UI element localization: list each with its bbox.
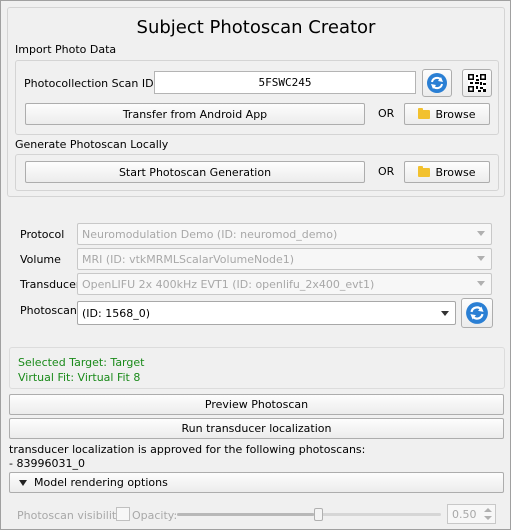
refresh-photoscan-button[interactable]	[461, 298, 493, 328]
model-rendering-label: Model rendering options	[34, 476, 168, 489]
folder-icon	[418, 165, 431, 177]
volume-label: Volume	[20, 253, 61, 266]
visibility-checkbox[interactable]	[116, 507, 130, 521]
protocol-label: Protocol	[20, 228, 65, 241]
generate-browse-label: Browse	[435, 165, 476, 179]
status-panel: Selected Target: Target Virtual Fit: Vir…	[9, 347, 505, 389]
import-group: Photocollection Scan ID: 5FSWC245 Transf…	[15, 60, 499, 135]
transfer-from-android-button[interactable]: Transfer from Android App	[25, 103, 365, 125]
opacity-slider[interactable]	[177, 507, 441, 523]
scan-id-label: Photocollection Scan ID:	[24, 77, 158, 90]
scan-id-value: 5FSWC245	[258, 76, 312, 89]
chevron-down-icon	[19, 479, 27, 486]
chevron-down-icon	[477, 231, 485, 236]
import-browse-button[interactable]: Browse	[404, 103, 490, 125]
qr-code-button[interactable]	[462, 69, 492, 97]
folder-icon	[418, 107, 431, 119]
refresh-icon	[466, 302, 488, 324]
import-browse-label: Browse	[435, 107, 476, 121]
transducer-select[interactable]: OpenLIFU 2x 400kHz EVT1 (ID: openlifu_2x…	[77, 273, 492, 295]
opacity-label: Opacity:	[132, 509, 178, 522]
refresh-icon	[427, 73, 447, 93]
approval-text-line2: - 83996031_0	[9, 457, 85, 470]
transducer-label: Transducer	[20, 278, 81, 291]
photoscan-visibility-label: Photoscan visibility:	[17, 509, 126, 522]
generate-or-label: OR	[378, 165, 395, 178]
run-transducer-localization-button[interactable]: Run transducer localization	[9, 418, 504, 439]
opacity-value: 0.50	[452, 507, 477, 521]
transducer-value: OpenLIFU 2x 400kHz EVT1 (ID: openlifu_2x…	[82, 277, 375, 291]
photoscan-creator-panel: Subject Photoscan Creator Import Photo D…	[7, 7, 505, 197]
main-window: Subject Photoscan Creator Import Photo D…	[0, 0, 511, 530]
generate-browse-button[interactable]: Browse	[404, 161, 490, 183]
chevron-down-icon	[477, 281, 485, 286]
generate-group-label: Generate Photoscan Locally	[15, 138, 169, 151]
qr-code-icon	[468, 74, 486, 92]
chevron-down-icon	[477, 256, 485, 261]
photoscan-label: Photoscan	[20, 304, 77, 317]
page-title: Subject Photoscan Creator	[136, 17, 376, 38]
opacity-spinbox[interactable]: 0.50	[447, 504, 496, 524]
approval-text-line1: transducer localization is approved for …	[9, 443, 366, 456]
preview-photoscan-button[interactable]: Preview Photoscan	[9, 394, 504, 415]
refresh-scan-button[interactable]	[422, 69, 452, 97]
import-or-label: OR	[378, 107, 395, 120]
spinbox-arrows-icon	[484, 508, 492, 520]
opacity-slider-handle[interactable]	[314, 508, 323, 521]
scan-id-field[interactable]: 5FSWC245	[154, 71, 416, 94]
volume-select[interactable]: MRI (ID: vtkMRMLScalarVolumeNode1)	[77, 248, 492, 270]
generate-group: Start Photoscan Generation OR Browse	[15, 154, 499, 191]
import-group-label: Import Photo Data	[15, 43, 117, 56]
protocol-select[interactable]: Neuromodulation Demo (ID: neuromod_demo)	[77, 223, 492, 245]
model-rendering-collapsible[interactable]: Model rendering options	[9, 472, 504, 493]
selected-target-text: Selected Target: Target	[18, 356, 145, 369]
photoscan-select[interactable]: (ID: 1568_0)	[77, 301, 456, 325]
chevron-down-icon	[441, 311, 449, 316]
volume-value: MRI (ID: vtkMRMLScalarVolumeNode1)	[82, 252, 295, 266]
opacity-slider-fill	[177, 513, 314, 516]
photoscan-value: (ID: 1568_0)	[82, 306, 150, 320]
protocol-value: Neuromodulation Demo (ID: neuromod_demo)	[82, 227, 338, 241]
virtual-fit-text: Virtual Fit: Virtual Fit 8	[18, 371, 141, 384]
start-photoscan-generation-button[interactable]: Start Photoscan Generation	[25, 161, 365, 183]
